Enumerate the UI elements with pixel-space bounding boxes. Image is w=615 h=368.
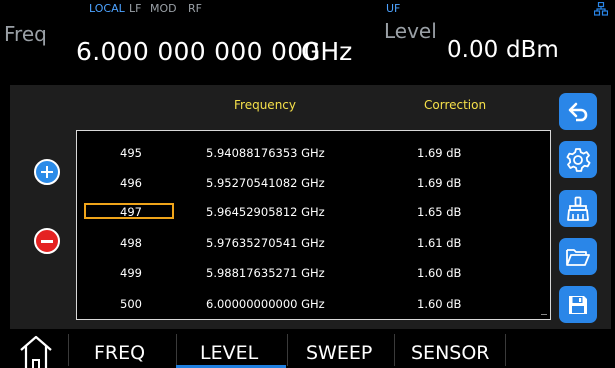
- row-index[interactable]: 499: [120, 266, 160, 280]
- level-unit: dBm: [506, 37, 559, 63]
- row-frequency[interactable]: 5.95270541082 GHz: [206, 176, 325, 190]
- save-disk-icon: [569, 295, 587, 314]
- nav-separator: [176, 334, 177, 366]
- row-correction[interactable]: 1.69 dB: [417, 176, 461, 190]
- nav-separator: [394, 334, 395, 366]
- row-index[interactable]: 496: [120, 176, 160, 190]
- tab-level[interactable]: LEVEL: [200, 342, 258, 364]
- row-frequency[interactable]: 5.97635270541 GHz: [206, 236, 325, 250]
- tab-sweep[interactable]: SWEEP: [306, 342, 372, 364]
- resize-handle: [541, 314, 547, 315]
- clear-broom-icon: [567, 196, 589, 221]
- open-folder-icon: [566, 248, 590, 266]
- settings-gear-icon: [566, 147, 591, 172]
- row-index-selected[interactable]: 497: [120, 205, 160, 219]
- column-header-correction: Correction: [424, 98, 487, 112]
- level-label: Level: [384, 19, 437, 43]
- row-correction[interactable]: 1.69 dB: [417, 146, 461, 160]
- status-lf: LF: [129, 2, 142, 15]
- tab-freq[interactable]: FREQ: [94, 342, 145, 364]
- network-icon[interactable]: [594, 2, 608, 16]
- nav-separator: [68, 334, 69, 366]
- level-value[interactable]: 0.00: [447, 37, 498, 63]
- freq-unit: GHz: [301, 37, 353, 66]
- row-correction[interactable]: 1.60 dB: [417, 297, 461, 311]
- plus-icon: [41, 166, 53, 178]
- row-correction[interactable]: 1.61 dB: [417, 236, 461, 250]
- save-button[interactable]: [559, 286, 597, 323]
- row-frequency[interactable]: 5.94088176353 GHz: [206, 146, 325, 160]
- row-index[interactable]: 500: [120, 297, 160, 311]
- row-correction[interactable]: 1.65 dB: [417, 205, 461, 219]
- row-frequency[interactable]: 6.00000000000 GHz: [206, 297, 325, 311]
- nav-separator: [287, 334, 288, 366]
- status-uf: UF: [386, 2, 401, 15]
- back-button[interactable]: [559, 93, 597, 130]
- freq-value[interactable]: 6.000 000 000 000: [76, 37, 320, 66]
- add-row-button[interactable]: [34, 159, 60, 185]
- home-icon[interactable]: [18, 333, 54, 368]
- row-frequency[interactable]: 5.98817635271 GHz: [206, 266, 325, 280]
- settings-button[interactable]: [559, 141, 597, 178]
- status-local: LOCAL: [89, 2, 125, 15]
- minus-icon: [41, 235, 53, 247]
- status-mod: MOD: [150, 2, 177, 15]
- clear-button[interactable]: [559, 190, 597, 227]
- status-rf: RF: [188, 2, 202, 15]
- back-icon: [568, 102, 588, 121]
- freq-label: Freq: [4, 22, 47, 46]
- tab-sensor[interactable]: SENSOR: [411, 342, 490, 364]
- remove-row-button[interactable]: [34, 228, 60, 254]
- row-correction[interactable]: 1.60 dB: [417, 266, 461, 280]
- column-header-frequency: Frequency: [234, 98, 296, 112]
- nav-separator: [505, 334, 506, 366]
- open-file-button[interactable]: [559, 238, 597, 275]
- row-index[interactable]: 498: [120, 236, 160, 250]
- row-index[interactable]: 495: [120, 146, 160, 160]
- row-frequency[interactable]: 5.96452905812 GHz: [206, 205, 325, 219]
